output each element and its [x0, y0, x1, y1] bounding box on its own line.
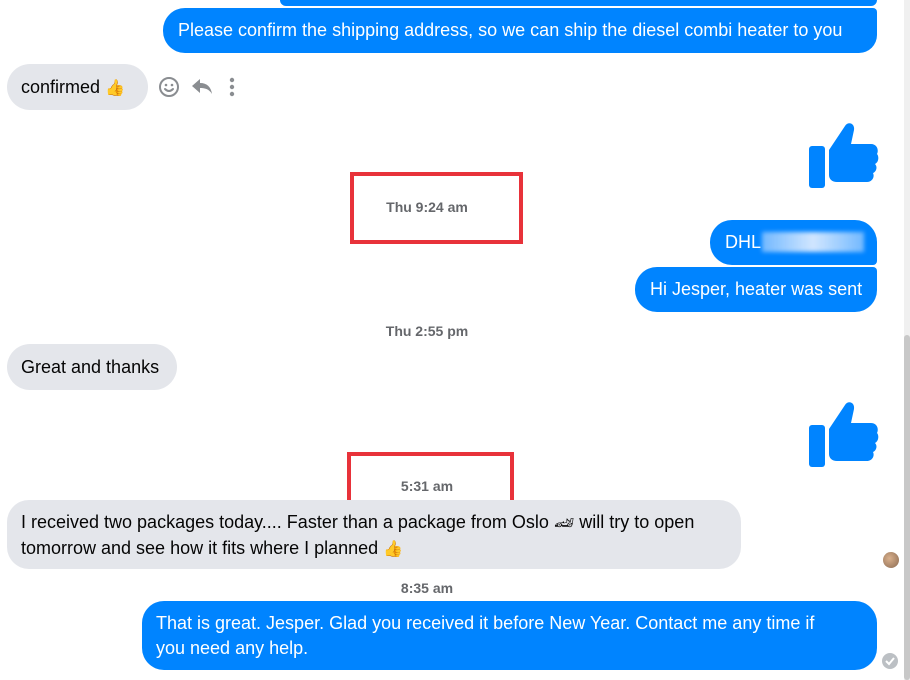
highlight-box: [347, 452, 514, 505]
thumbs-up-emoji: 👍: [105, 80, 125, 97]
timestamp: 8:35 am: [400, 580, 454, 596]
message-outgoing-glad-received[interactable]: That is great. Jesper. Glad you received…: [142, 601, 877, 670]
message-outgoing-heater-sent[interactable]: Hi Jesper, heater was sent: [635, 267, 877, 312]
message-text: Hi Jesper, heater was sent: [650, 279, 863, 299]
message-text: DHL: [725, 232, 762, 252]
thumbs-up-emoji: 👍: [383, 541, 404, 558]
message-actions: [158, 76, 240, 98]
message-text: confirmed: [21, 77, 101, 97]
message-incoming-received-packages[interactable]: I received two packages today.... Faster…: [7, 500, 741, 569]
message-outgoing-confirm-address[interactable]: Please confirm the shipping address, so …: [163, 8, 877, 53]
more-icon[interactable]: [224, 76, 240, 98]
message-text: Please confirm the shipping address, so …: [178, 20, 843, 40]
redacted-tracking-number: [762, 232, 864, 252]
seen-check-icon: [881, 652, 899, 675]
timestamp: Thu 2:55 pm: [385, 323, 469, 339]
message-text: Great and thanks: [21, 357, 160, 377]
message-incoming-confirmed[interactable]: confirmed 👍: [7, 64, 148, 110]
thumbs-up-icon[interactable]: [807, 399, 879, 474]
highlight-box: [350, 172, 523, 244]
scrollbar-track[interactable]: [904, 0, 910, 680]
thumbs-up-icon[interactable]: [807, 120, 879, 195]
smiley-icon[interactable]: [158, 76, 180, 98]
message-incoming-great-and-thanks[interactable]: Great and thanks: [7, 344, 177, 390]
prev-bubble-tail: [280, 0, 877, 6]
avatar: [883, 552, 899, 568]
message-line: I received two packages today.... Faster…: [21, 512, 695, 532]
reply-icon[interactable]: [190, 76, 214, 98]
scrollbar-thumb[interactable]: [904, 335, 910, 680]
message-line: tomorrow and see how it fits where I pla…: [21, 538, 404, 558]
race-car-emoji: 🏎: [553, 515, 575, 532]
